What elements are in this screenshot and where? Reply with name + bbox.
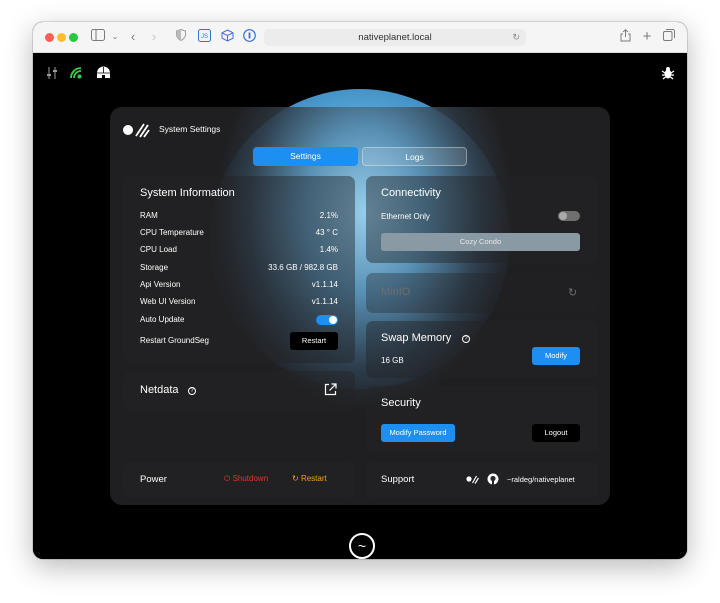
- power-restart-label: Restart: [300, 474, 327, 483]
- swap-memory-title: Swap Memory: [381, 332, 452, 344]
- network-button[interactable]: Cozy Condo: [381, 233, 580, 251]
- support-card: Support ~raldeg/nativeplanet: [366, 462, 598, 498]
- netdata-card[interactable]: Netdata ?: [123, 371, 355, 411]
- github-icon[interactable]: [487, 473, 499, 485]
- forward-icon[interactable]: ›: [146, 29, 162, 45]
- restart-groundseg-button[interactable]: Restart: [290, 332, 338, 350]
- swap-value: 16 GB: [381, 356, 404, 365]
- system-information-title: System Information: [140, 187, 235, 199]
- info-label: CPU Temperature: [140, 228, 204, 237]
- browser-window: ⌄ ‹ › JS nativeplanet.local ↻ + System S…: [33, 22, 687, 559]
- zoom-window-button[interactable]: [69, 33, 78, 42]
- bug-report-icon[interactable]: [660, 66, 676, 82]
- chevron-down-icon[interactable]: ⌄: [107, 29, 123, 45]
- info-row-web-ui-version: Web UI Version v1.1.14: [140, 297, 338, 311]
- js-extension-icon[interactable]: JS: [196, 29, 212, 45]
- info-row-ram: RAM 2.1%: [140, 211, 338, 225]
- nativeplanet-logo: [123, 123, 150, 138]
- ethernet-only-toggle[interactable]: [558, 211, 580, 221]
- close-window-button[interactable]: [45, 33, 54, 42]
- info-label: Web UI Version: [140, 297, 196, 306]
- tab-settings[interactable]: Settings: [253, 147, 358, 166]
- info-label: Storage: [140, 263, 169, 272]
- password-extension-icon[interactable]: [241, 29, 257, 45]
- svg-text:JS: JS: [200, 34, 207, 40]
- external-link-icon[interactable]: [324, 383, 337, 401]
- swap-memory-card: Swap Memory ? 16 GB Modify: [366, 321, 598, 378]
- connectivity-title: Connectivity: [381, 187, 441, 199]
- info-value: 33.6 GB / 982.8 GB: [268, 263, 338, 272]
- ethernet-only-label: Ethernet Only: [381, 212, 430, 221]
- cube-extension-icon[interactable]: [219, 29, 235, 45]
- shutdown-button[interactable]: ⏻ Shutdown: [224, 474, 268, 486]
- auto-update-row: Auto Update: [140, 315, 338, 329]
- connectivity-card: Connectivity Ethernet Only Cozy Condo: [366, 176, 598, 263]
- info-row-cpu-temperature: CPU Temperature 43 ° C: [140, 228, 338, 242]
- shutdown-label: Shutdown: [232, 474, 269, 483]
- url-text: nativeplanet.local: [358, 32, 432, 43]
- url-field[interactable]: nativeplanet.local ↻: [264, 29, 526, 46]
- tab-overview-icon[interactable]: [661, 29, 677, 45]
- security-card: Security Modify Password Logout: [366, 386, 598, 452]
- browser-titlebar: ⌄ ‹ › JS nativeplanet.local ↻ +: [33, 22, 687, 53]
- security-title: Security: [381, 397, 421, 409]
- restart-icon: ↻: [292, 474, 299, 483]
- minio-title: MinIO: [381, 286, 411, 298]
- auto-update-label: Auto Update: [140, 315, 185, 324]
- info-label: CPU Load: [140, 245, 177, 254]
- home-logo-button[interactable]: ~: [349, 533, 375, 559]
- igloo-icon[interactable]: [95, 66, 111, 82]
- power-restart-button[interactable]: ↻ Restart: [292, 474, 327, 486]
- minio-card: MinIO ↻: [366, 273, 598, 313]
- info-row-api-version: Api Version v1.1.14: [140, 280, 338, 294]
- info-value: 1.4%: [319, 245, 338, 254]
- power-icon: ⏻: [224, 474, 231, 483]
- connection-status-icon[interactable]: [68, 66, 84, 82]
- reload-icon[interactable]: ↻: [512, 29, 520, 46]
- auto-update-toggle[interactable]: [316, 315, 338, 325]
- info-value: 43 ° C: [315, 228, 338, 237]
- info-value: 2.1%: [319, 211, 338, 220]
- refresh-icon[interactable]: ↻: [568, 286, 577, 299]
- info-value: v1.1.14: [311, 297, 338, 306]
- github-handle-link[interactable]: ~raldeg/nativeplanet: [507, 475, 575, 484]
- page-content: System Settings Settings Logs System Inf…: [33, 53, 687, 559]
- info-row-storage: Storage 33.6 GB / 982.8 GB: [140, 263, 338, 277]
- info-row-cpu-load: CPU Load 1.4%: [140, 245, 338, 259]
- info-label: Api Version: [140, 280, 181, 289]
- netdata-help-icon[interactable]: ?: [188, 387, 196, 395]
- share-icon[interactable]: [617, 29, 633, 45]
- power-card: Power ⏻ Shutdown ↻ Restart: [123, 462, 355, 498]
- back-icon[interactable]: ‹: [125, 29, 141, 45]
- modify-swap-button[interactable]: Modify: [532, 347, 580, 365]
- privacy-shield-icon[interactable]: [173, 28, 189, 45]
- panel-title: System Settings: [159, 124, 221, 134]
- info-value: v1.1.14: [311, 280, 338, 289]
- settings-panel: System Settings Settings Logs System Inf…: [110, 107, 610, 505]
- toggle-knob: [559, 212, 567, 220]
- system-information-card: System Information RAM 2.1% CPU Temperat…: [123, 176, 355, 363]
- restart-groundseg-label: Restart GroundSeg: [140, 336, 209, 345]
- power-title: Power: [140, 474, 167, 485]
- modify-password-button[interactable]: Modify Password: [381, 424, 455, 442]
- logout-button[interactable]: Logout: [532, 424, 580, 442]
- info-label: RAM: [140, 211, 158, 220]
- support-title: Support: [381, 474, 415, 485]
- toggle-knob: [329, 316, 337, 324]
- swap-help-icon[interactable]: ?: [462, 335, 470, 343]
- new-tab-icon[interactable]: +: [639, 29, 655, 45]
- nativeplanet-small-logo[interactable]: [466, 474, 479, 484]
- tab-logs[interactable]: Logs: [362, 147, 467, 166]
- netdata-title: Netdata: [140, 384, 179, 396]
- sidebar-toggle-icon[interactable]: [90, 29, 106, 45]
- minimize-window-button[interactable]: [57, 33, 66, 42]
- sliders-icon[interactable]: [44, 66, 60, 82]
